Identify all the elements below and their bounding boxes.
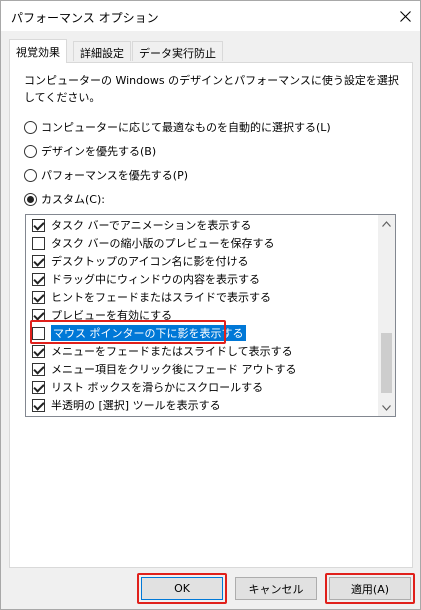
radio-button[interactable]: [24, 192, 37, 206]
radio-custom[interactable]: カスタム(C):: [24, 190, 105, 208]
radio-appearance[interactable]: デザインを優先する(B): [24, 142, 156, 160]
radio-label: デザインを優先する(B): [41, 145, 157, 158]
checkbox[interactable]: [32, 344, 45, 358]
chevron-up-icon: [382, 220, 391, 227]
option-label: タスク バーでアニメーションを表示する: [51, 219, 252, 232]
ok-button[interactable]: OK: [141, 577, 223, 600]
checkbox[interactable]: [32, 254, 45, 268]
radio-performance[interactable]: パフォーマンスを優先する(P): [24, 166, 188, 184]
performance-options-dialog: パフォーマンス オプション 視覚効果 詳細設定 データ実行防止 コンピューターの…: [0, 0, 421, 610]
option-label: プレビューを有効にする: [51, 309, 173, 322]
tab-dep[interactable]: データ実行防止: [132, 41, 223, 61]
radio-label: コンピューターに応じて最適なものを自動的に選択する(L): [41, 121, 331, 134]
checkbox[interactable]: [32, 308, 45, 322]
radio-label: パフォーマンスを優先する(P): [41, 169, 188, 182]
checkbox[interactable]: [32, 236, 45, 250]
option-label: メニューをフェードまたはスライドして表示する: [51, 345, 293, 358]
apply-button[interactable]: 適用(A): [329, 577, 411, 600]
list-item[interactable]: ドラッグ中にウィンドウの内容を表示する: [26, 270, 378, 288]
list-item[interactable]: タスク バーの縮小版のプレビューを保存する: [26, 234, 378, 252]
list-item[interactable]: タスク バーでアニメーションを表示する: [26, 216, 378, 234]
option-label: メニュー項目をクリック後にフェード アウトする: [51, 363, 297, 376]
scroll-up-button[interactable]: [378, 215, 395, 232]
list-scrollbar[interactable]: [378, 215, 395, 416]
checkbox[interactable]: [32, 380, 45, 394]
radio-button[interactable]: [24, 168, 37, 182]
list-item[interactable]: メニュー項目をクリック後にフェード アウトする: [26, 360, 378, 378]
list-item-selected[interactable]: マウス ポインターの下に影を表示する: [26, 324, 378, 342]
option-label: 半透明の [選択] ツールを表示する: [51, 399, 221, 412]
scroll-down-button[interactable]: [378, 399, 395, 416]
list-item[interactable]: デスクトップのアイコン名に影を付ける: [26, 252, 378, 270]
list-item[interactable]: プレビューを有効にする: [26, 306, 378, 324]
option-label: リスト ボックスを滑らかにスクロールする: [51, 381, 264, 394]
checkbox[interactable]: [32, 326, 45, 340]
scroll-thumb[interactable]: [381, 333, 392, 393]
visual-effects-list[interactable]: タスク バーでアニメーションを表示する タスク バーの縮小版のプレビューを保存す…: [25, 214, 396, 417]
radio-button[interactable]: [24, 144, 37, 158]
list-item[interactable]: 半透明の [選択] ツールを表示する: [26, 396, 378, 414]
option-label: タスク バーの縮小版のプレビューを保存する: [51, 237, 275, 250]
list-item[interactable]: リスト ボックスを滑らかにスクロールする: [26, 378, 378, 396]
radio-label: カスタム(C):: [41, 193, 105, 206]
checkbox[interactable]: [32, 218, 45, 232]
radio-button[interactable]: [24, 120, 37, 134]
tab-visual-effects[interactable]: 視覚効果: [9, 39, 67, 63]
option-label: ドラッグ中にウィンドウの内容を表示する: [51, 273, 260, 286]
window-title: パフォーマンス オプション: [11, 11, 159, 25]
checkbox[interactable]: [32, 272, 45, 286]
checkbox[interactable]: [32, 398, 45, 412]
chevron-down-icon: [382, 404, 391, 411]
list-item[interactable]: ヒントをフェードまたはスライドで表示する: [26, 288, 378, 306]
option-label: デスクトップのアイコン名に影を付ける: [51, 255, 249, 268]
close-button[interactable]: [390, 1, 420, 31]
option-label: ヒントをフェードまたはスライドで表示する: [51, 291, 271, 304]
visual-effects-panel: コンピューターの Windows のデザインとパフォーマンスに使う設定を選択して…: [9, 62, 413, 568]
close-icon: [399, 10, 411, 22]
option-label: マウス ポインターの下に影を表示する: [51, 325, 246, 341]
tab-advanced[interactable]: 詳細設定: [73, 41, 131, 61]
cancel-button[interactable]: キャンセル: [235, 577, 317, 600]
checkbox[interactable]: [32, 362, 45, 376]
list-item[interactable]: メニューをフェードまたはスライドして表示する: [26, 342, 378, 360]
radio-auto[interactable]: コンピューターに応じて最適なものを自動的に選択する(L): [24, 118, 331, 136]
checkbox[interactable]: [32, 290, 45, 304]
description-text: コンピューターの Windows のデザインとパフォーマンスに使う設定を選択して…: [24, 74, 399, 104]
title-bar: パフォーマンス オプション: [1, 1, 420, 31]
